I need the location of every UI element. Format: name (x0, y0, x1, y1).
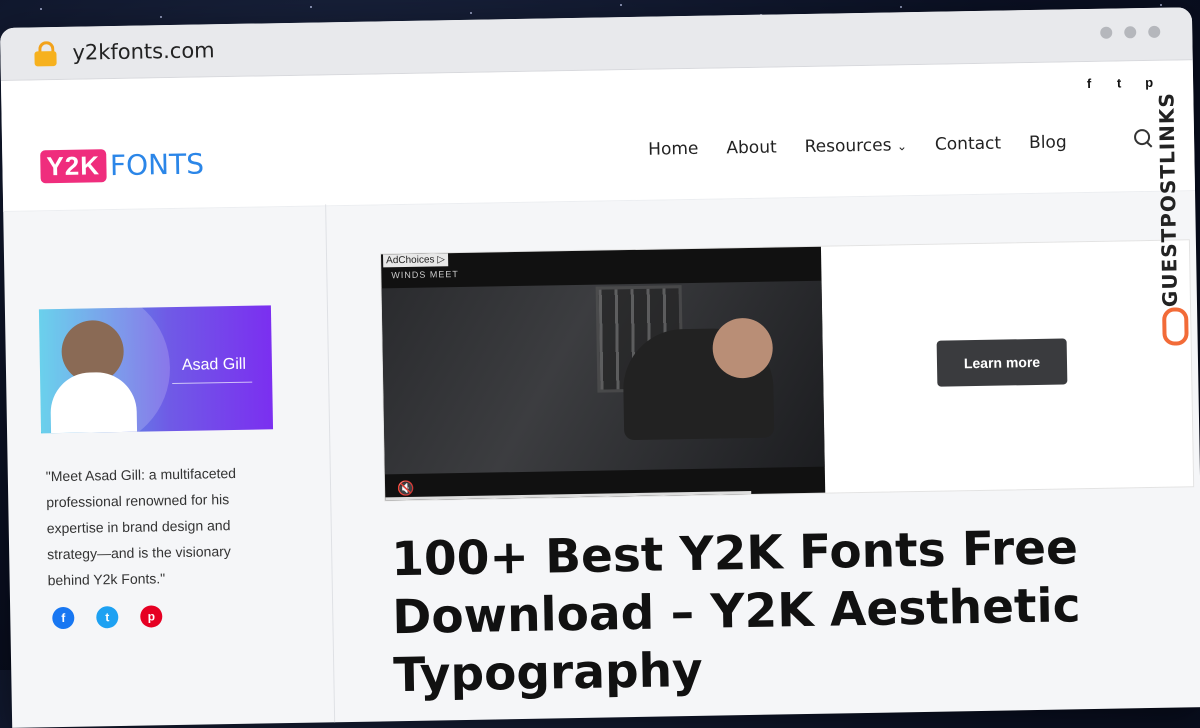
watermark-text: GUESTPOSTLINKS (1154, 91, 1183, 308)
twitter-icon[interactable]: t (96, 606, 119, 629)
author-name: Asad Gill (181, 355, 247, 374)
mute-icon[interactable]: 🔇 (397, 480, 415, 497)
game-logo: WINDS MEET (391, 269, 459, 281)
author-social: f t p (52, 605, 163, 630)
header-social: f t p (1083, 75, 1155, 91)
address-bar[interactable]: y2kfonts.com (72, 38, 215, 64)
chevron-down-icon: ⌄ (896, 139, 908, 154)
watermark: GUESTPOSTLINKS (1153, 67, 1189, 367)
twitter-icon[interactable]: t (1113, 75, 1125, 90)
logo-badge: Y2K (40, 149, 107, 184)
window-dot[interactable] (1148, 25, 1161, 38)
nav-resources[interactable]: Resources ⌄ (804, 135, 907, 157)
browser-window: y2kfonts.com f t p Y2K FONTS Home About … (0, 7, 1200, 728)
search-icon[interactable] (1133, 128, 1151, 146)
author-banner: Asad Gill (38, 305, 274, 434)
logo-word: FONTS (109, 147, 205, 183)
video-ad: AdChoices ▷ WINDS MEET 🔇 Learn more (379, 239, 1195, 502)
window-dot[interactable] (1124, 26, 1137, 39)
video-progress (385, 490, 752, 501)
nav-resources-label: Resources (804, 135, 892, 157)
window-controls (1100, 25, 1161, 39)
nav-contact[interactable]: Contact (935, 134, 1001, 155)
author-bio: "Meet Asad Gill: a multifaceted professi… (45, 464, 237, 589)
pinterest-icon[interactable]: p (140, 605, 163, 628)
nav-blog[interactable]: Blog (1029, 132, 1067, 153)
author-sidebar: Asad Gill "Meet Asad Gill: a multifacete… (3, 204, 336, 728)
ad-video[interactable]: AdChoices ▷ WINDS MEET 🔇 (381, 246, 826, 501)
main-nav: Home About Resources ⌄ Contact Blog (648, 132, 1067, 159)
link-icon (1162, 307, 1189, 346)
adchoices-badge[interactable]: AdChoices ▷ (383, 253, 449, 268)
nav-home[interactable]: Home (648, 139, 699, 160)
site-header: f t p Y2K FONTS Home About Resources ⌄ C… (0, 60, 1196, 212)
site-logo[interactable]: Y2K FONTS (40, 147, 205, 184)
lock-icon (34, 41, 57, 67)
facebook-icon[interactable]: f (1083, 76, 1095, 91)
window-dot[interactable] (1100, 26, 1113, 39)
page-title: 100+ Best Y2K Fonts Free Download – Y2K … (390, 520, 1081, 704)
nav-about[interactable]: About (726, 137, 777, 158)
facebook-icon[interactable]: f (52, 606, 75, 630)
learn-more-button[interactable]: Learn more (936, 338, 1068, 387)
